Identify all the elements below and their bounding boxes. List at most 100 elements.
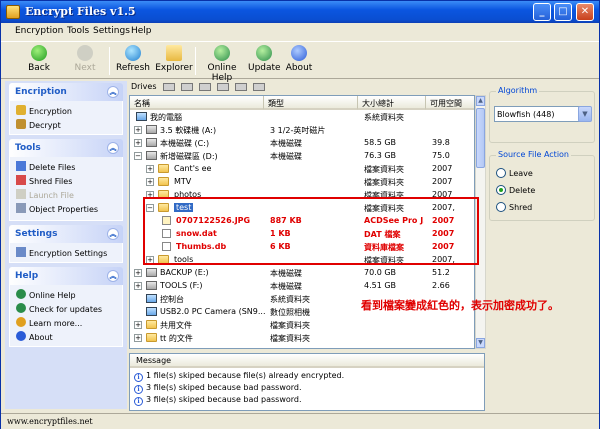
- item-type: 系統資料夾: [270, 295, 310, 304]
- task-label: Launch File: [29, 191, 74, 200]
- title-bar[interactable]: Encrypt Files v1.5 _ □ ✕: [1, 1, 599, 23]
- task-encryption[interactable]: Encryption: [16, 105, 72, 116]
- chevron-up-icon[interactable]: ︽: [107, 142, 119, 154]
- camera-icon: [146, 307, 157, 316]
- expand-icon[interactable]: +: [134, 269, 142, 277]
- radio-dot-selected[interactable]: [496, 185, 506, 195]
- computer-icon: [136, 112, 147, 121]
- chevron-up-icon[interactable]: ︽: [107, 270, 119, 282]
- drive-icon[interactable]: [181, 83, 193, 91]
- item-type: 檔案資料夾: [270, 321, 310, 330]
- task-encryption-settings[interactable]: Encryption Settings: [16, 247, 107, 258]
- section-settings-header[interactable]: Settings ︽: [9, 225, 123, 243]
- expand-icon[interactable]: +: [134, 282, 142, 290]
- item-size: 檔案資料夾: [364, 165, 404, 174]
- list-item[interactable]: + MTV 檔案資料夾 2007: [130, 176, 474, 188]
- drive-icon[interactable]: [163, 83, 175, 91]
- menu-tools[interactable]: Tools: [67, 26, 89, 36]
- expand-icon[interactable]: +: [134, 321, 142, 329]
- close-button[interactable]: ✕: [576, 3, 594, 21]
- column-header-free[interactable]: 可用空間: [426, 96, 474, 110]
- radio-dot[interactable]: [496, 202, 506, 212]
- globe-icon: [16, 289, 26, 299]
- folder-icon: [158, 164, 169, 173]
- task-shred-files[interactable]: Shred Files: [16, 175, 72, 186]
- task-label: Decrypt: [29, 121, 61, 130]
- item-free: 75.0: [432, 151, 450, 160]
- folder-icon: [158, 177, 169, 186]
- expand-icon[interactable]: +: [146, 178, 154, 186]
- item-name: 新增磁碟區 (D:): [160, 152, 218, 161]
- column-header-name[interactable]: 名稱: [130, 96, 264, 110]
- task-launch-file[interactable]: Launch File: [16, 189, 74, 200]
- drive-icon[interactable]: [253, 83, 265, 91]
- section-encryption-header[interactable]: Encription ︽: [9, 83, 123, 101]
- list-item[interactable]: + Cant's ee 檔案資料夾 2007: [130, 163, 474, 175]
- online-help-button[interactable]: Online Help: [199, 44, 245, 83]
- scroll-up-icon[interactable]: ▲: [476, 96, 485, 106]
- item-size: 檔案資料夾: [364, 178, 404, 187]
- expand-icon[interactable]: +: [134, 139, 142, 147]
- task-label: Encryption: [29, 107, 72, 116]
- collapse-icon[interactable]: −: [134, 152, 142, 160]
- list-item[interactable]: 我的電腦 系統資料夾: [130, 111, 474, 123]
- task-check-updates[interactable]: Check for updates: [16, 303, 102, 314]
- item-name: 我的電腦: [150, 113, 182, 122]
- task-object-properties[interactable]: Object Properties: [16, 203, 98, 214]
- menu-settings[interactable]: Settings: [93, 26, 130, 36]
- section-tools-header[interactable]: Tools ︽: [9, 139, 123, 157]
- task-delete-files[interactable]: Delete Files: [16, 161, 75, 172]
- refresh-button[interactable]: Refresh: [115, 44, 151, 78]
- maximize-button[interactable]: □: [554, 3, 572, 21]
- column-header-type[interactable]: 類型: [264, 96, 358, 110]
- radio-shred[interactable]: Shred: [496, 202, 532, 212]
- scroll-down-icon[interactable]: ▼: [476, 338, 485, 348]
- drive-icon[interactable]: [235, 83, 247, 91]
- task-decrypt[interactable]: Decrypt: [16, 119, 61, 130]
- task-about[interactable]: About: [16, 331, 53, 342]
- next-button[interactable]: Next: [71, 44, 99, 78]
- item-name: 3.5 軟碟機 (A:): [160, 126, 217, 135]
- drive-icon[interactable]: [217, 83, 229, 91]
- drive-icon[interactable]: [199, 83, 211, 91]
- radio-dot[interactable]: [496, 168, 506, 178]
- section-help-header[interactable]: Help ︽: [9, 267, 123, 285]
- expand-icon[interactable]: +: [134, 334, 142, 342]
- scroll-thumb[interactable]: [476, 108, 485, 168]
- radio-leave[interactable]: Leave: [496, 168, 533, 178]
- list-item[interactable]: + 本機磁碟 (C:) 本機磁碟 58.5 GB 39.8: [130, 137, 474, 149]
- radio-label: Shred: [509, 203, 533, 212]
- chevron-up-icon[interactable]: ︽: [107, 86, 119, 98]
- list-item[interactable]: + BACKUP (E:) 本機磁碟 70.0 GB 51.2: [130, 267, 474, 279]
- update-button[interactable]: Update: [248, 44, 281, 78]
- message-header[interactable]: Message: [130, 354, 484, 368]
- list-item[interactable]: + TOOLS (F:) 本機磁碟 4.51 GB 2.66: [130, 280, 474, 292]
- back-button[interactable]: Back: [25, 44, 53, 78]
- item-name: 共用文件: [160, 321, 192, 330]
- algorithm-select[interactable]: Blowfish (448): [494, 106, 580, 122]
- explorer-button[interactable]: Explorer: [155, 44, 193, 78]
- globe-icon: [214, 45, 230, 61]
- menu-help[interactable]: Help: [131, 26, 152, 36]
- list-item[interactable]: + 3.5 軟碟機 (A:) 3 1/2-英吋磁片: [130, 124, 474, 136]
- app-window: Encrypt Files v1.5 _ □ ✕ Encryption Tool…: [0, 0, 600, 429]
- column-header-size[interactable]: 大小總計: [358, 96, 426, 110]
- chevron-up-icon[interactable]: ︽: [107, 228, 119, 240]
- chevron-down-icon[interactable]: ▼: [578, 106, 592, 122]
- about-button[interactable]: About: [285, 44, 313, 78]
- item-name: MTV: [174, 177, 192, 186]
- expand-icon[interactable]: +: [134, 126, 142, 134]
- disk-icon: [146, 151, 157, 160]
- task-learn-more[interactable]: Learn more...: [16, 317, 82, 328]
- list-item[interactable]: + 共用文件 檔案資料夾: [130, 319, 474, 331]
- list-item[interactable]: − 新增磁碟區 (D:) 本機磁碟 76.3 GB 75.0: [130, 150, 474, 162]
- task-online-help[interactable]: Online Help: [16, 289, 76, 300]
- key-icon: [16, 119, 26, 129]
- menu-encryption[interactable]: Encryption: [15, 26, 63, 36]
- minimize-button[interactable]: _: [533, 3, 551, 21]
- radio-delete[interactable]: Delete: [496, 185, 535, 195]
- task-label: Encryption Settings: [29, 249, 108, 258]
- task-label: Check for updates: [29, 305, 103, 314]
- expand-icon[interactable]: +: [146, 165, 154, 173]
- list-item[interactable]: + tt 的文件 檔案資料夾: [130, 332, 474, 344]
